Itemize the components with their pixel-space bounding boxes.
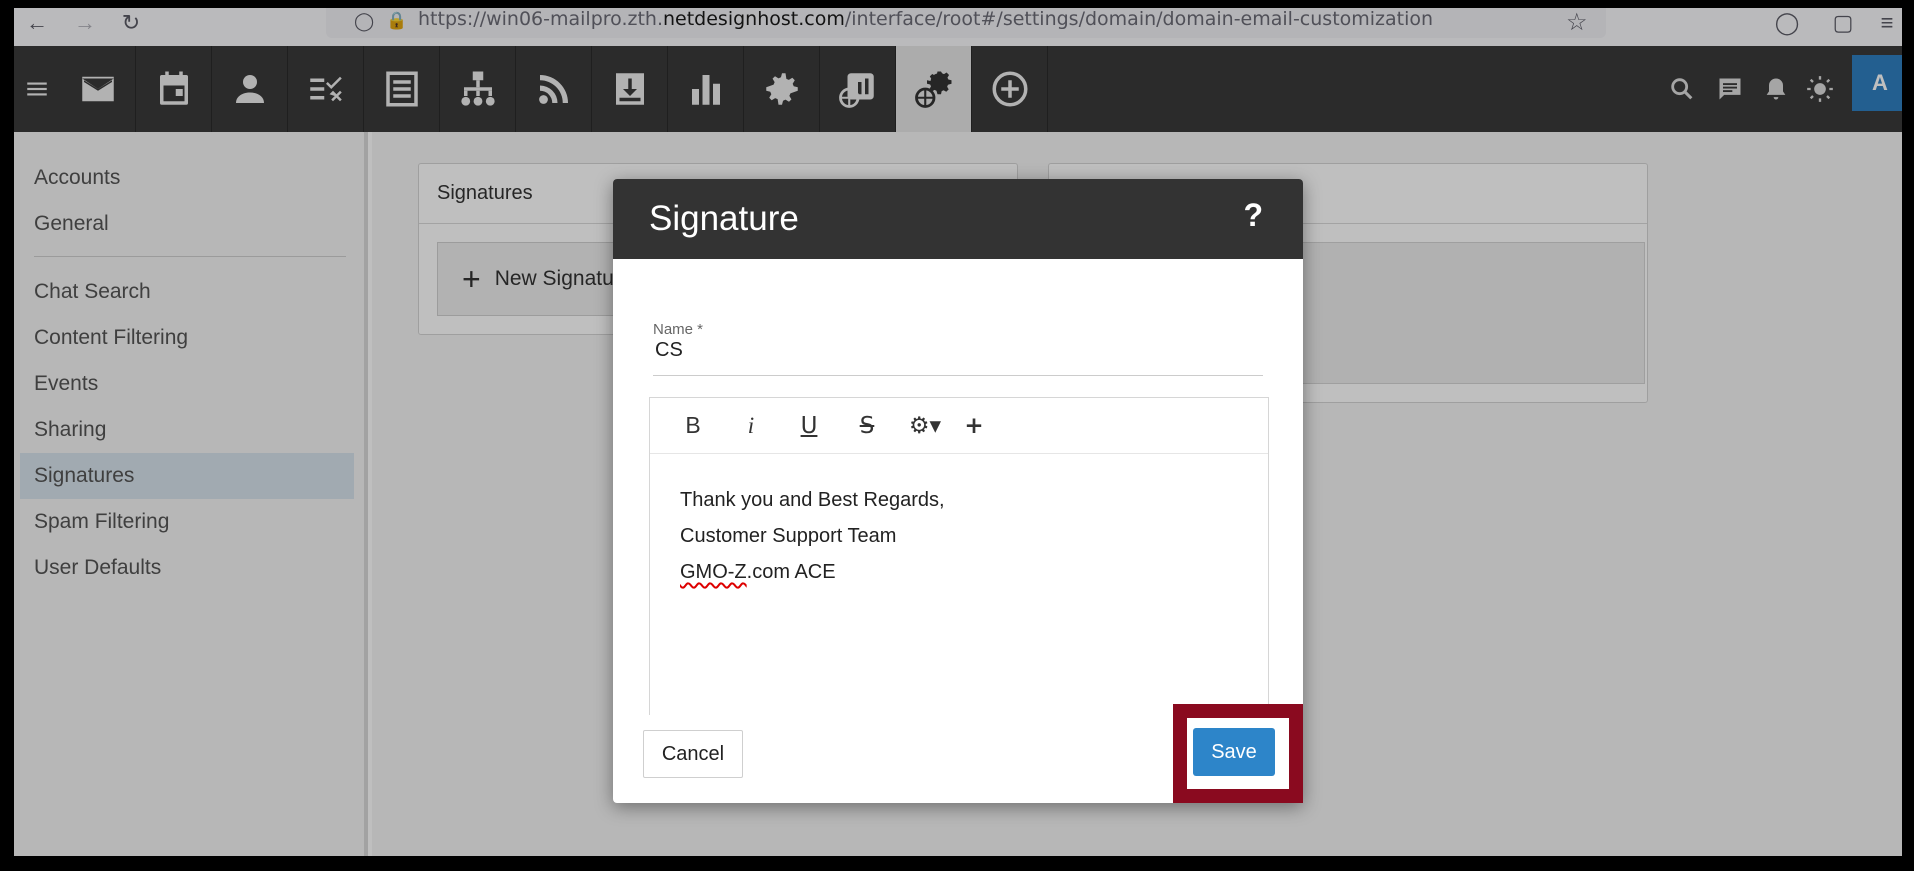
name-field[interactable]: CS — [655, 339, 683, 362]
signature-line: Customer Support Team — [680, 525, 897, 547]
dialog-header: Signature ? — [613, 179, 1303, 259]
browser-window: ← → ↻ ◯ 🔒 https://win06-mailpro.zth.netd… — [14, 8, 1902, 856]
underline-icon[interactable]: U — [780, 406, 838, 446]
signature-line: GMO-Z.com ACE — [680, 554, 945, 590]
editor-content[interactable]: Thank you and Best Regards, Customer Sup… — [680, 482, 945, 590]
insert-plus-icon[interactable]: + — [954, 406, 994, 446]
format-options-icon[interactable]: ⚙▾ — [896, 406, 954, 446]
name-field-label: Name * — [653, 321, 704, 338]
bold-icon[interactable]: B — [664, 406, 722, 446]
signature-line: Thank you and Best Regards, — [680, 489, 945, 511]
name-field-underline — [653, 375, 1263, 376]
signature-dialog: Signature ? Name * CS B i U S ⚙▾ + Thank… — [613, 179, 1303, 803]
misspelled-word: GMO-Z — [680, 561, 747, 583]
help-icon[interactable]: ? — [1243, 197, 1263, 234]
cancel-button[interactable]: Cancel — [643, 730, 743, 778]
signature-editor: B i U S ⚙▾ + Thank you and Best Regards,… — [649, 397, 1269, 715]
dialog-title: Signature — [649, 199, 799, 238]
save-button[interactable]: Save — [1193, 728, 1275, 776]
signature-line-rest: .com ACE — [746, 561, 836, 583]
italic-icon[interactable]: i — [722, 406, 780, 446]
editor-toolbar: B i U S ⚙▾ + — [650, 398, 1268, 454]
strikethrough-icon[interactable]: S — [838, 406, 896, 446]
